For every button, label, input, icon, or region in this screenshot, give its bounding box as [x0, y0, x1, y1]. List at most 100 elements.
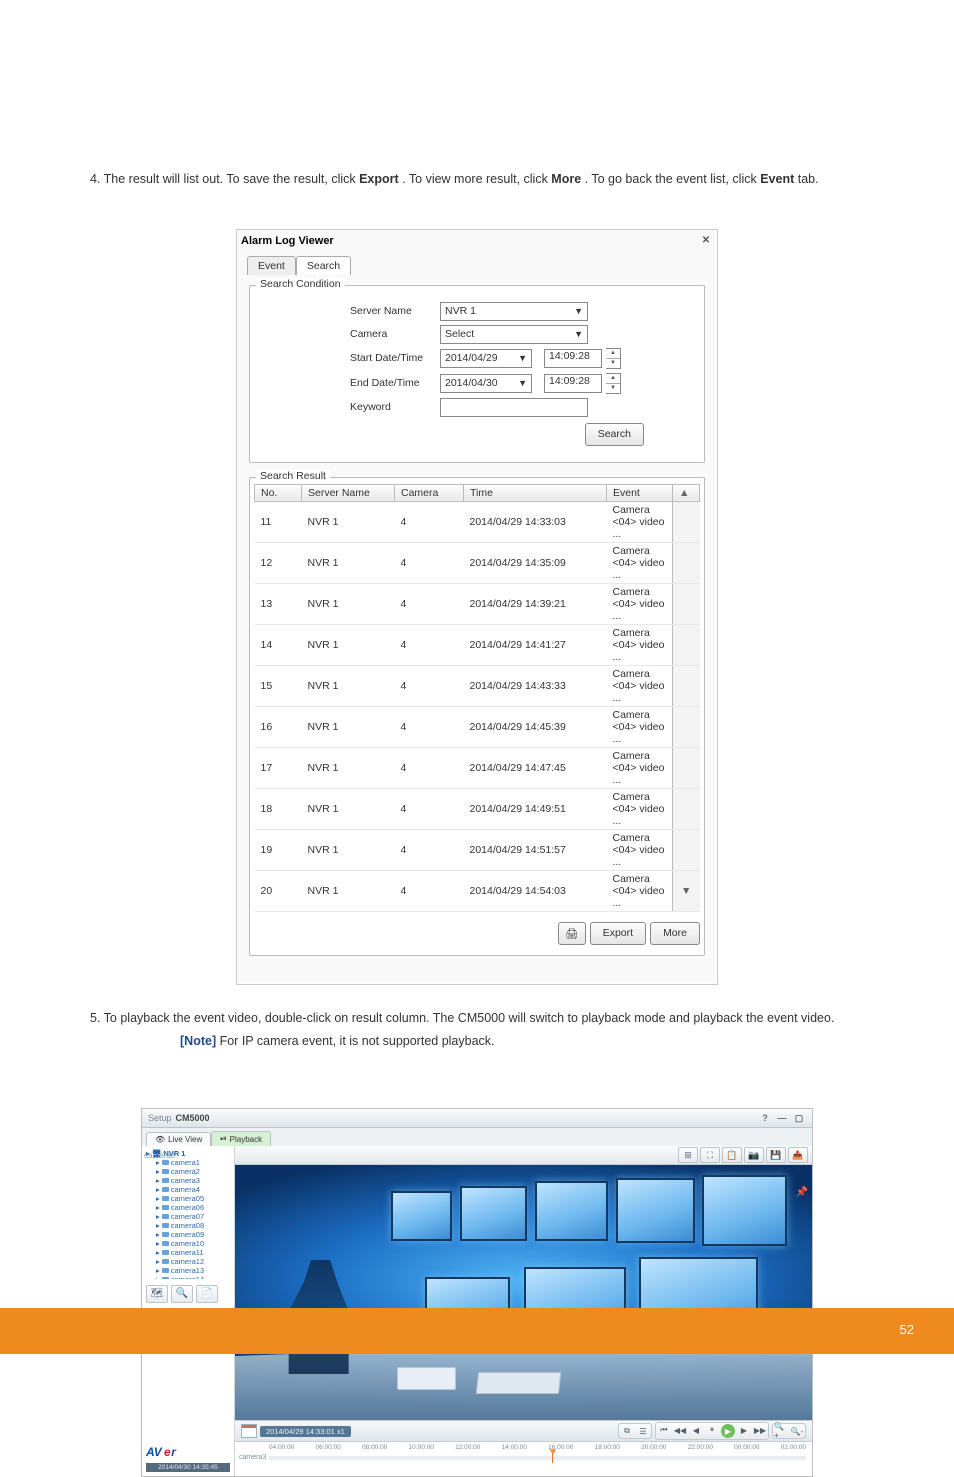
fast-fwd-button[interactable]: ▶▶ [753, 1424, 767, 1436]
table-row[interactable]: 12NVR 142014/04/29 14:35:09Camera <04> v… [255, 542, 700, 583]
table-row[interactable]: 16NVR 142014/04/29 14:45:39Camera <04> v… [255, 706, 700, 747]
map-icon: 🗺 [151, 1288, 164, 1299]
app-title: CM5000 [176, 1113, 210, 1123]
skip-back-button[interactable]: ⏮ [657, 1424, 671, 1436]
server-name-select[interactable]: NVR 1 ▼ [440, 302, 588, 321]
tree-camera-item[interactable]: ▸camera11 [146, 1248, 230, 1257]
timeline-tick: 08:00:00 [362, 1444, 387, 1454]
tree-camera-item[interactable]: ▸camera13 [146, 1266, 230, 1275]
playhead[interactable] [552, 1453, 553, 1463]
zoom-in-button[interactable]: 🔍+ [774, 1425, 788, 1437]
tree-camera-item[interactable]: ▸camera2 [146, 1167, 230, 1176]
timeline-tick: 22:00:00 [688, 1444, 713, 1454]
chevron-down-icon: ▼ [574, 329, 583, 339]
fullscreen-button[interactable]: ⛶ [700, 1147, 720, 1163]
tree-camera-item[interactable]: ▸camera10 [146, 1239, 230, 1248]
segment-mode-button[interactable]: ⧉ [620, 1425, 634, 1437]
help-icon[interactable]: ? [758, 1111, 772, 1125]
play-button[interactable]: ▶ [721, 1424, 735, 1438]
end-time-spinner[interactable]: ▲▼ [606, 373, 621, 394]
svg-text:e: e [164, 1445, 171, 1459]
step-back-button[interactable]: ◀ [689, 1424, 703, 1436]
search-icon: 🔍 [176, 1288, 188, 1299]
table-row[interactable]: 14NVR 142014/04/29 14:41:27Camera <04> v… [255, 624, 700, 665]
chevron-down-icon: ▼ [574, 306, 583, 316]
camera-select[interactable]: Select ▼ [440, 325, 588, 344]
map-tool-button[interactable]: 🗺 [146, 1285, 168, 1303]
settings-button[interactable]: 📋 [722, 1147, 742, 1163]
start-time-spinner[interactable]: ▲▼ [606, 348, 621, 369]
camera-icon [162, 1196, 169, 1201]
start-time-input[interactable]: 14:09:28 [544, 349, 602, 368]
tree-camera-item[interactable]: ▸camera4 [146, 1185, 230, 1194]
list-tool-button[interactable]: 📄 [196, 1285, 218, 1303]
grid-button[interactable]: ⊞ [678, 1147, 698, 1163]
timeline[interactable]: 04:00:0006:00:0008:00:0010:00:0012:00:00… [235, 1441, 812, 1476]
tab-live-view[interactable]: 👁 Live View [146, 1132, 211, 1146]
setup-link[interactable]: Setup [148, 1113, 172, 1123]
tree-camera-item[interactable]: ▸camera3 [146, 1176, 230, 1185]
scroll-up-icon[interactable]: ▲ [673, 484, 700, 501]
save-button[interactable]: 💾 [766, 1147, 786, 1163]
tree-camera-item[interactable]: ▸camera06 [146, 1203, 230, 1212]
export-button[interactable]: Export [590, 922, 646, 945]
video-viewport[interactable]: 📌 [235, 1165, 812, 1420]
table-row[interactable]: 15NVR 142014/04/29 14:43:33Camera <04> v… [255, 665, 700, 706]
camera-icon [162, 1232, 169, 1237]
camera-icon: 📷 [748, 1150, 759, 1161]
camera-label: Camera [350, 328, 440, 340]
col-no[interactable]: No. [255, 484, 302, 501]
keyword-label: Keyword [350, 401, 440, 413]
alarm-log-viewer-window: Alarm Log Viewer ✕ Event Search Search C… [236, 229, 718, 985]
list-icon: 📄 [201, 1288, 213, 1299]
table-row[interactable]: 20NVR 142014/04/29 14:54:03Camera <04> v… [255, 870, 700, 911]
tab-search[interactable]: Search [296, 256, 351, 275]
playback-controls: 2014/04/29 14:33:01 x1 ⧉ ☰ ⏮ ◀◀ ◀ ⏸ ▶ ▶ … [235, 1420, 812, 1441]
titlebar: Alarm Log Viewer ✕ [237, 230, 717, 252]
search-tool-button[interactable]: 🔍 [171, 1285, 193, 1303]
keyword-input[interactable] [440, 398, 588, 417]
table-row[interactable]: 18NVR 142014/04/29 14:49:51Camera <04> v… [255, 788, 700, 829]
calendar-button[interactable] [241, 1424, 257, 1438]
chevron-down-icon: ▼ [518, 378, 527, 388]
end-date-input[interactable]: 2014/04/30 ▼ [440, 374, 532, 393]
table-row[interactable]: 11NVR 142014/04/29 14:33:03Camera <04> v… [255, 501, 700, 542]
zoom-out-button[interactable]: 🔍- [790, 1425, 804, 1437]
export-video-button[interactable]: 📤 [788, 1147, 808, 1163]
minimize-icon[interactable]: — [775, 1111, 789, 1125]
table-row[interactable]: 13NVR 142014/04/29 14:39:21Camera <04> v… [255, 583, 700, 624]
tab-playback[interactable]: ⏯ Playback [211, 1131, 271, 1146]
maximize-icon[interactable]: ▢ [792, 1111, 806, 1125]
print-button[interactable]: 🖨 [558, 922, 586, 945]
more-button[interactable]: More [650, 922, 700, 945]
pin-icon[interactable]: 📌 [796, 1187, 808, 1198]
results-table: No. Server Name Camera Time Event ▲ 11NV… [254, 484, 700, 912]
timeline-mode-button[interactable]: ☰ [636, 1425, 650, 1437]
save-icon: 💾 [770, 1150, 781, 1161]
table-row[interactable]: 19NVR 142014/04/29 14:51:57Camera <04> v… [255, 829, 700, 870]
server-name-label: Server Name [350, 305, 440, 317]
tree-camera-item[interactable]: ▸camera12 [146, 1257, 230, 1266]
tree-camera-item[interactable]: ▸camera08 [146, 1221, 230, 1230]
timeline-tick: 06:00:00 [316, 1444, 341, 1454]
tree-camera-item[interactable]: ▸camera07 [146, 1212, 230, 1221]
pause-button[interactable]: ⏸ [705, 1424, 719, 1436]
close-icon[interactable]: ✕ [699, 234, 713, 248]
tab-event[interactable]: Event [247, 256, 296, 275]
snapshot-button[interactable]: 📷 [744, 1147, 764, 1163]
playback-icon: ⏯ [220, 1134, 226, 1144]
rewind-button[interactable]: ◀◀ [673, 1424, 687, 1436]
col-camera[interactable]: Camera [395, 484, 464, 501]
start-date-input[interactable]: 2014/04/29 ▼ [440, 349, 532, 368]
tree-camera-item[interactable]: ▸camera09 [146, 1230, 230, 1239]
table-row[interactable]: 17NVR 142014/04/29 14:47:45Camera <04> v… [255, 747, 700, 788]
col-event[interactable]: Event [607, 484, 673, 501]
printer-icon: 🖨 [565, 927, 578, 940]
timeline-camera-label: camera3 [239, 1454, 266, 1461]
step-fwd-button[interactable]: ▶ [737, 1424, 751, 1436]
tree-camera-item[interactable]: ▸camera05 [146, 1194, 230, 1203]
col-time[interactable]: Time [464, 484, 607, 501]
search-button[interactable]: Search [585, 423, 644, 446]
end-time-input[interactable]: 14:09:28 [544, 374, 602, 393]
col-server[interactable]: Server Name [302, 484, 395, 501]
